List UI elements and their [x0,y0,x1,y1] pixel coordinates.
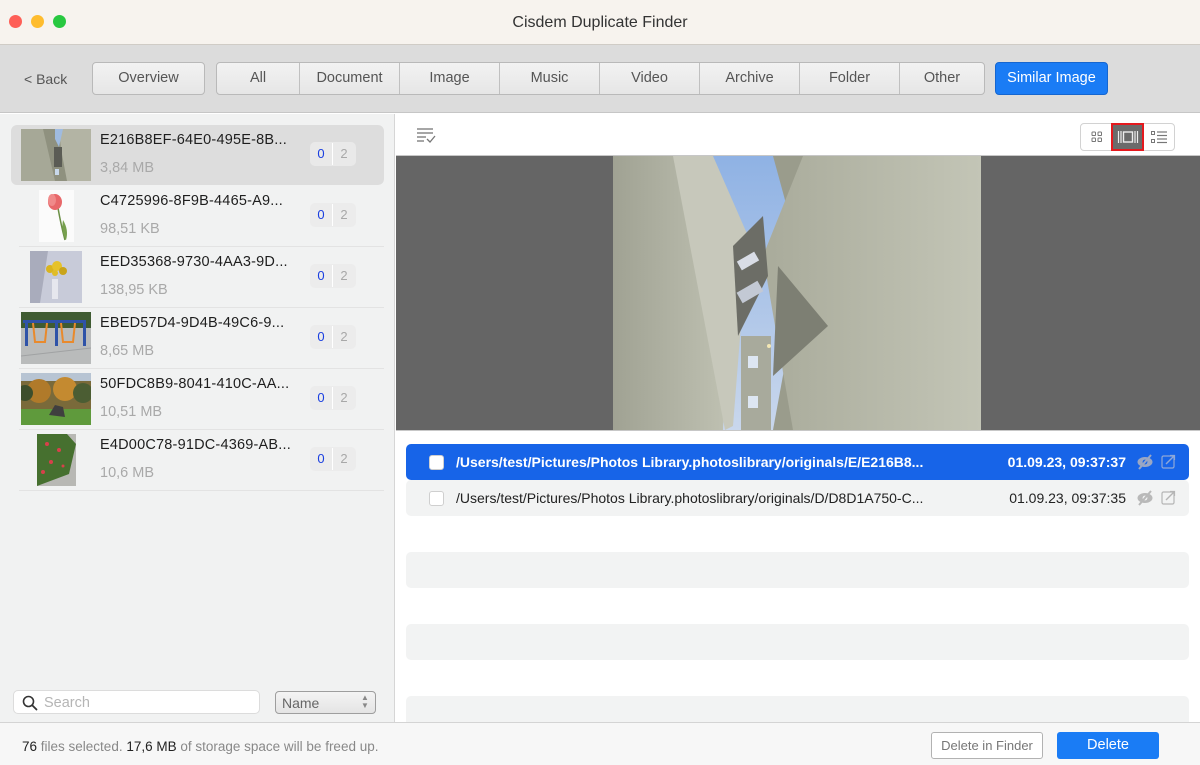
group-item[interactable]: E4D00C78-91DC-4369-AB... 10,6 MB 0 2 [11,430,384,491]
selected-file-count: 76 [22,739,38,754]
back-button[interactable]: < Back [24,71,67,87]
sort-selected-value: Name [282,695,320,711]
delete-button[interactable]: Delete [1057,732,1159,759]
selection-summary: 76 files selected. 17,6 MB of storage sp… [22,739,379,754]
selected-count: 0 [310,326,333,348]
empty-row [406,696,1189,722]
grid-view-button[interactable] [1081,124,1112,150]
group-size: 8,65 MB [100,343,154,359]
list-view-button[interactable] [1143,124,1174,150]
file-date: 01.09.23, 09:37:35 [1009,490,1126,506]
total-count: 2 [340,329,348,344]
file-checkbox[interactable] [429,491,444,506]
bush-photo-thumbnail [36,433,76,486]
tab-all[interactable]: All [217,63,300,94]
selected-count: 0 [310,143,333,165]
group-counter: 0 2 [310,203,356,227]
group-item[interactable]: EBED57D4-9D4B-49C6-9... 8,65 MB 0 2 [11,308,384,369]
sort-select[interactable]: Name ▲ ▼ [275,691,376,714]
tab-music[interactable]: Music [500,63,600,94]
group-item[interactable]: EED35368-9730-4AA3-9D... 138,95 KB 0 2 [11,247,384,308]
file-checkbox[interactable] [429,455,444,470]
file-date: 01.09.23, 09:37:37 [1007,454,1126,470]
group-size: 98,51 KB [100,221,160,237]
building-photo-preview [613,156,981,430]
list-view-icon [1150,130,1167,143]
group-counter: 0 2 [310,386,356,410]
group-item[interactable]: C4725996-8F9B-4465-A9... 98,51 KB 0 2 [11,186,384,247]
group-name: EED35368-9730-4AA3-9D... [100,254,288,270]
eye-slash-icon[interactable] [1136,489,1154,507]
group-list-panel: E216B8EF-64E0-495E-8B... 3,84 MB 0 2 C47… [0,114,395,722]
preview-view-icon [1117,131,1138,143]
selected-count: 0 [310,387,333,409]
tab-document[interactable]: Document [300,63,400,94]
tab-folder[interactable]: Folder [800,63,900,94]
tulip-photo-thumbnail [38,189,74,242]
overview-button[interactable]: Overview [92,62,205,95]
tab-similar-image[interactable]: Similar Image [995,62,1108,95]
window-title: Cisdem Duplicate Finder [512,14,688,31]
group-counter: 0 2 [310,142,356,166]
group-size: 138,95 KB [100,282,168,298]
detail-panel: /Users/test/Pictures/Photos Library.phot… [396,114,1200,722]
group-item[interactable]: E216B8EF-64E0-495E-8B... 3,84 MB 0 2 [11,125,384,185]
group-counter: 0 2 [310,264,356,288]
group-item[interactable]: 50FDC8B9-8041-410C-AA... 10,51 MB 0 2 [11,369,384,430]
open-external-icon[interactable] [1161,454,1176,469]
status-bar: 76 files selected. 17,6 MB of storage sp… [0,722,1200,765]
group-size: 10,6 MB [100,465,154,481]
title-bar: Cisdem Duplicate Finder [0,0,1200,45]
category-tabs: All Document Image Music Video Archive F… [216,62,985,95]
tab-other[interactable]: Other [900,63,984,94]
yellow-flowers-photo-thumbnail [30,250,82,303]
group-size: 10,51 MB [100,404,163,420]
view-mode-switch [1080,123,1175,151]
total-count: 2 [340,451,348,466]
open-external-icon[interactable] [1161,490,1176,505]
eye-slash-icon[interactable] [1136,453,1154,471]
freed-space-size: 17,6 MB [126,739,177,754]
search-input[interactable] [44,693,254,712]
total-count: 2 [340,146,348,161]
park-photo-thumbnail [21,372,91,425]
group-name: C4725996-8F9B-4465-A9... [100,193,283,209]
file-row[interactable]: /Users/test/Pictures/Photos Library.phot… [406,480,1189,516]
delete-in-finder-button[interactable]: Delete in Finder [931,732,1043,759]
preview-view-button[interactable] [1111,123,1144,151]
group-name: E216B8EF-64E0-495E-8B... [100,132,287,148]
selected-count: 0 [310,204,333,226]
tab-archive[interactable]: Archive [700,63,800,94]
playground-photo-thumbnail [21,311,91,364]
tab-image[interactable]: Image [400,63,500,94]
group-counter: 0 2 [310,447,356,471]
file-path: /Users/test/Pictures/Photos Library.phot… [456,490,924,506]
total-count: 2 [340,207,348,222]
empty-row [406,552,1189,588]
up-down-arrows-icon: ▲ ▼ [361,693,369,710]
group-name: E4D00C78-91DC-4369-AB... [100,437,291,453]
grid-view-icon [1091,131,1102,142]
group-size: 3,84 MB [100,160,154,176]
total-count: 2 [340,268,348,283]
empty-row [406,624,1189,660]
auto-select-icon[interactable] [416,127,436,143]
file-row[interactable]: /Users/test/Pictures/Photos Library.phot… [406,444,1189,480]
search-icon [22,695,38,711]
group-name: EBED57D4-9D4B-49C6-9... [100,315,285,331]
group-name: 50FDC8B9-8041-410C-AA... [100,376,290,392]
image-preview [396,155,1200,431]
tab-video[interactable]: Video [600,63,700,94]
total-count: 2 [340,390,348,405]
group-counter: 0 2 [310,325,356,349]
toolbar: < Back Overview All Document Image Music… [0,45,1200,113]
file-path: /Users/test/Pictures/Photos Library.phot… [456,454,924,470]
selected-count: 0 [310,448,333,470]
selected-count: 0 [310,265,333,287]
building-photo-thumbnail [21,128,91,181]
search-field[interactable] [13,690,260,714]
